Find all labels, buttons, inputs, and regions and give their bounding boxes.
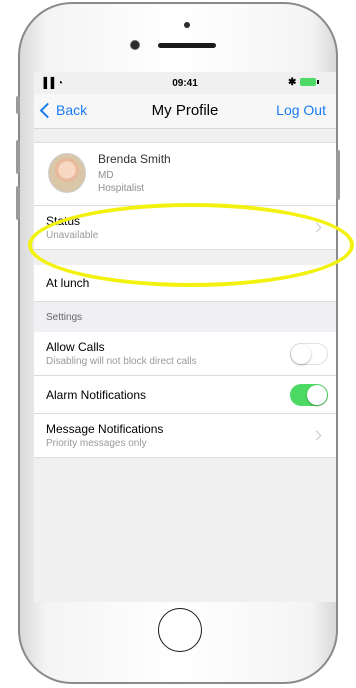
mute-switch <box>16 96 20 114</box>
profile-name: Brenda Smith <box>98 152 171 166</box>
alarm-notifications-toggle[interactable] <box>290 384 328 406</box>
message-notifications-subtitle: Priority messages only <box>46 438 147 449</box>
allow-calls-subtitle: Disabling will not block direct calls <box>46 356 197 367</box>
volume-up-button <box>16 140 20 174</box>
proximity-sensor <box>184 22 190 28</box>
profile-title: MD <box>98 170 114 181</box>
status-bar: ▐▐ ◔ 09:41 ✱ <box>34 72 336 94</box>
highlight-ellipse <box>28 203 354 287</box>
profile-card: Brenda Smith MD Hospitalist <box>34 142 336 206</box>
bluetooth-icon: ✱ <box>288 77 297 88</box>
logout-button[interactable]: Log Out <box>276 102 326 118</box>
message-notifications-row[interactable]: Message Notifications Priority messages … <box>34 414 336 458</box>
alarm-notifications-title: Alarm Notifications <box>46 388 147 402</box>
allow-calls-row: Allow Calls Disabling will not block dir… <box>34 332 336 376</box>
volume-down-button <box>16 186 20 220</box>
earpiece-speaker <box>158 43 216 48</box>
battery-icon <box>300 78 319 86</box>
message-notifications-title: Message Notifications <box>46 422 164 436</box>
home-button[interactable] <box>158 608 202 652</box>
allow-calls-title: Allow Calls <box>46 340 105 354</box>
settings-header-label: Settings <box>46 312 83 323</box>
toggle-knob <box>291 344 311 364</box>
status-message: At lunch <box>46 276 90 290</box>
front-camera <box>130 40 140 50</box>
allow-calls-toggle[interactable] <box>290 343 328 365</box>
avatar <box>48 153 86 193</box>
power-button <box>336 150 340 200</box>
toggle-knob <box>307 385 327 405</box>
alarm-notifications-row: Alarm Notifications <box>34 376 336 414</box>
chevron-right-icon <box>311 430 322 441</box>
settings-section-header: Settings <box>34 302 336 332</box>
app-screen: ▐▐ ◔ 09:41 ✱ Back My Profile Log Out Bre… <box>34 72 336 602</box>
profile-role: Hospitalist <box>98 183 145 194</box>
navigation-bar: Back My Profile Log Out <box>34 94 336 129</box>
